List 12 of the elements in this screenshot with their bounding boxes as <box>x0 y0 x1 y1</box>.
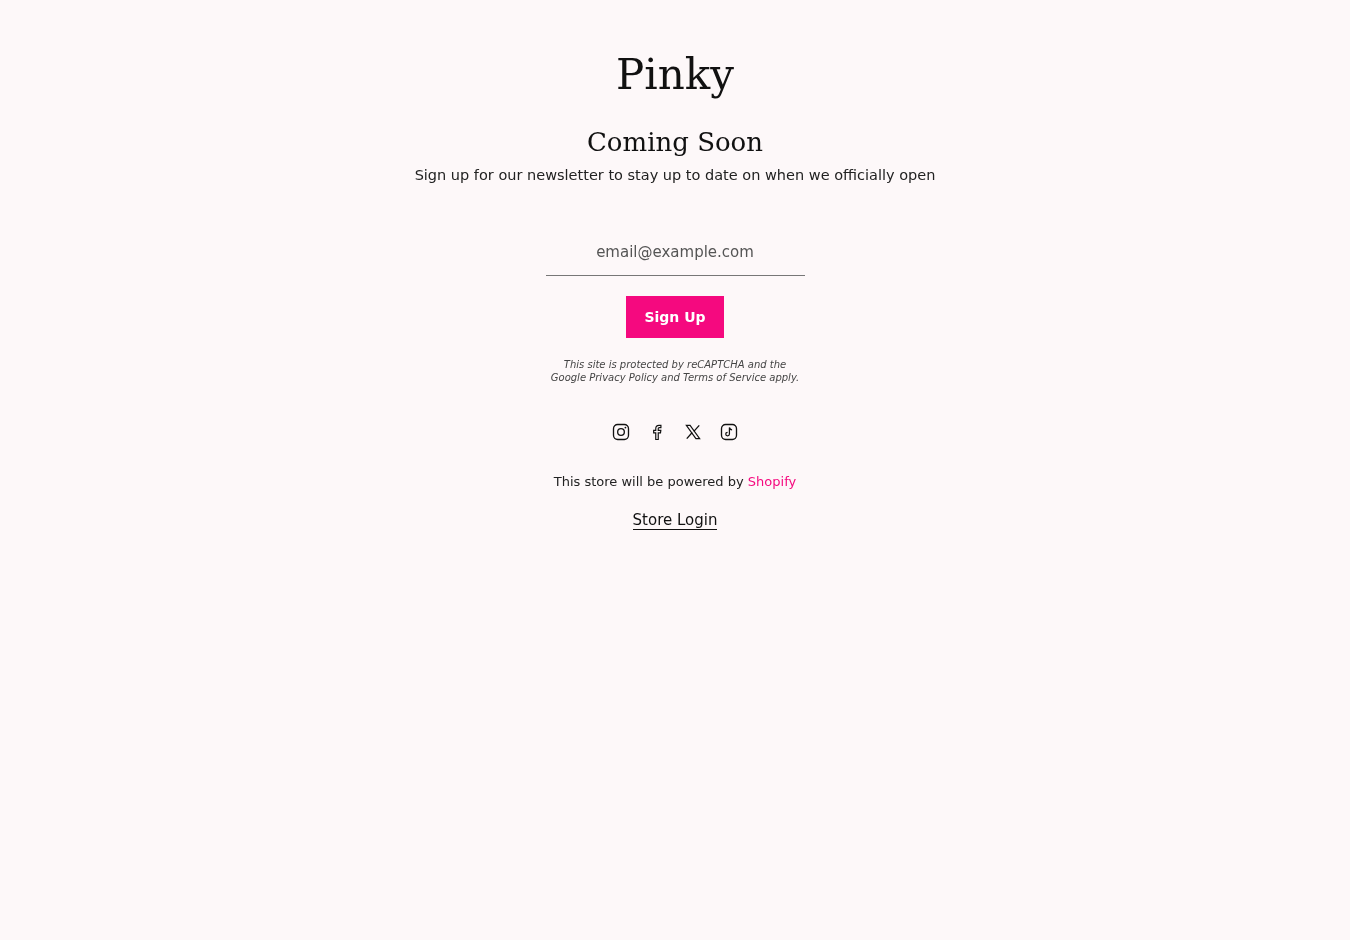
subheading: Sign up for our newsletter to stay up to date on when we officially open <box>414 167 936 183</box>
store-login-link[interactable]: Store Login <box>632 511 718 530</box>
recaptcha-notice: This site is protected by reCAPTCHA and the Google Privacy Policy and Terms of Service apply. <box>550 358 800 384</box>
logo: Pinky <box>616 50 734 99</box>
powered-by-text: This store will be powered by Shopify <box>553 474 797 489</box>
shopify-link[interactable]: Shopify <box>747 474 797 489</box>
email-field[interactable]: email@example.com <box>545 235 805 276</box>
x-icon[interactable] <box>683 422 703 442</box>
tiktok-icon[interactable] <box>719 422 739 442</box>
heading: Coming Soon <box>586 127 763 157</box>
sign-up-button[interactable]: Sign Up <box>626 296 724 338</box>
instagram-icon[interactable] <box>611 422 631 442</box>
